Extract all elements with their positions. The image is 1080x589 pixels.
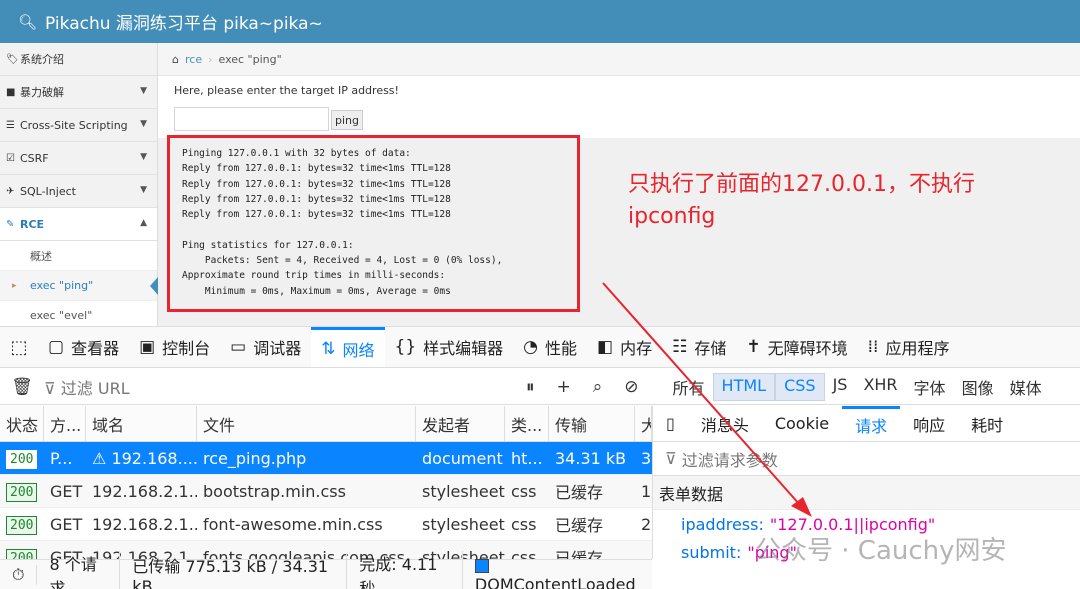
annotation-arrow <box>602 282 812 517</box>
watermark: 公众号 · Cauchy网安 <box>755 536 1007 566</box>
